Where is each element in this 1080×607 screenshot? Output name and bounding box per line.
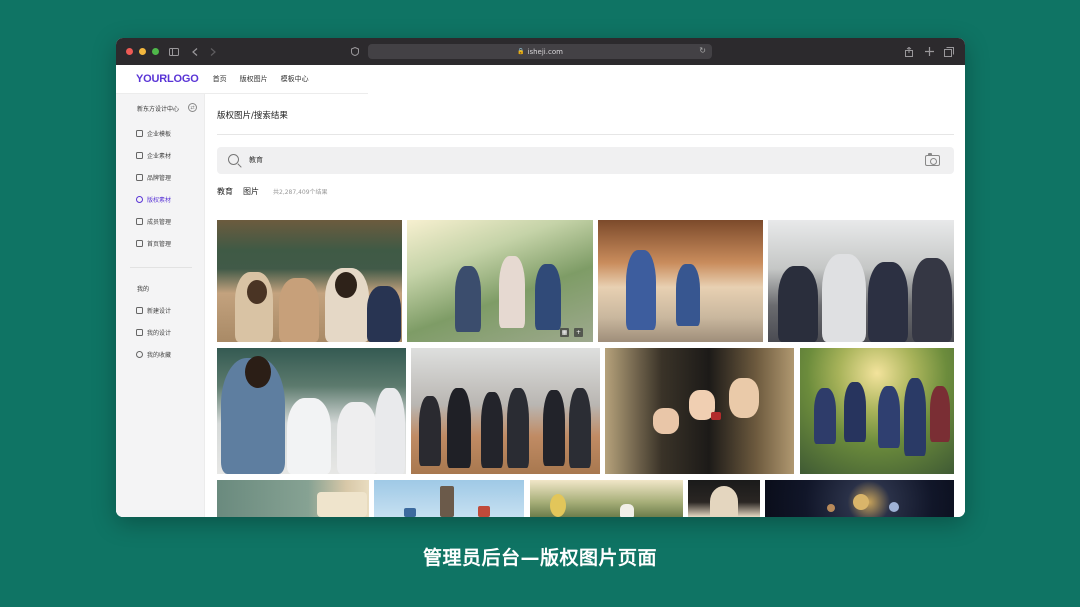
sidebar-item-copyright[interactable]: 版权素材 xyxy=(136,193,171,205)
window-controls xyxy=(126,48,159,55)
photo-pencils-sky[interactable] xyxy=(374,480,524,517)
photo-kids-outdoors[interactable] xyxy=(530,480,683,517)
sidebar-item-new-design[interactable]: 新建设计 xyxy=(136,304,171,316)
template-icon xyxy=(136,129,143,137)
nav-copyright-images[interactable]: 版权图片 xyxy=(240,74,268,84)
sidebar-item-brand[interactable]: 品牌管理 xyxy=(136,171,171,183)
browser-window: 🔒 isheji.com ↻ YOURLOGO 首页 版权图片 模板中心 新东方… xyxy=(116,38,965,517)
tab-overview-icon[interactable] xyxy=(943,38,955,65)
sidebar-item-label: 我的收藏 xyxy=(147,351,172,359)
photo-students-walking[interactable] xyxy=(411,348,600,474)
app-content: YOURLOGO 首页 版权图片 模板中心 新东方设计中心 ⇄ 企业模板 企业素… xyxy=(116,65,965,517)
result-count: 共2,287,409个结果 xyxy=(273,189,328,196)
sidebar-divider xyxy=(130,267,192,268)
sidebar-item-label: 品牌管理 xyxy=(147,174,172,182)
sidebar-item-members[interactable]: 成员管理 xyxy=(136,215,171,227)
brand-icon xyxy=(136,173,143,181)
photo-chalkboard-books[interactable] xyxy=(217,480,369,517)
sidebar-item-label: 企业素材 xyxy=(147,152,172,160)
search-bar[interactable]: 教育 xyxy=(217,147,954,174)
sidebar-item-label: 我的设计 xyxy=(147,329,172,337)
address-bar[interactable]: 🔒 isheji.com ↻ xyxy=(368,44,712,59)
grid-view-icon[interactable]: ▦ xyxy=(560,328,569,337)
address-url: isheji.com xyxy=(527,47,563,56)
sidebar-item-label: 新建设计 xyxy=(147,307,172,315)
switch-org-icon[interactable]: ⇄ xyxy=(188,103,197,112)
page-caption: 管理员后台—版权图片页面 xyxy=(422,547,657,569)
forward-icon[interactable] xyxy=(208,38,218,65)
nav-template-center[interactable]: 模板中心 xyxy=(281,74,309,84)
camera-search-icon[interactable] xyxy=(925,153,940,166)
tag-images[interactable]: 图片 xyxy=(243,186,259,197)
back-icon[interactable] xyxy=(190,38,200,65)
sidebar-org-name: 新东方设计中心 xyxy=(137,106,180,113)
plus-icon xyxy=(136,306,143,314)
breadcrumb: 版权图片/搜索结果 xyxy=(217,111,288,121)
privacy-shield-icon[interactable] xyxy=(350,38,360,65)
close-window-button[interactable] xyxy=(126,48,133,55)
photo-classroom-hands[interactable] xyxy=(217,220,402,342)
sidebar-item-materials[interactable]: 企业素材 xyxy=(136,149,171,161)
nav-home[interactable]: 首页 xyxy=(213,74,227,84)
photo-hallway-kids[interactable] xyxy=(598,220,763,342)
photo-graduation-diplomas[interactable] xyxy=(605,348,794,474)
sidebar-item-label: 版权素材 xyxy=(147,196,172,204)
photo-teacher-with-kids[interactable] xyxy=(217,348,406,474)
brand-logo[interactable]: YOURLOGO xyxy=(136,73,199,85)
minimize-window-button[interactable] xyxy=(139,48,146,55)
home-icon xyxy=(136,239,143,247)
photo-book-spine[interactable] xyxy=(688,480,760,517)
sidebar-item-templates[interactable]: 企业模板 xyxy=(136,127,171,139)
search-tags: 教育 图片 共2,287,409个结果 xyxy=(217,186,328,197)
sidebar-item-homepage[interactable]: 首页管理 xyxy=(136,237,171,249)
members-icon xyxy=(136,217,143,225)
star-icon xyxy=(136,350,143,358)
maximize-window-button[interactable] xyxy=(152,48,159,55)
sidebar-item-label: 首页管理 xyxy=(147,240,172,248)
search-input[interactable]: 教育 xyxy=(249,155,263,165)
tag-education[interactable]: 教育 xyxy=(217,186,233,197)
sidebar-toggle-icon[interactable] xyxy=(168,38,180,65)
sidebar: 新东方设计中心 ⇄ 企业模板 企业素材 品牌管理 版权素材 成员管理 首页管理 … xyxy=(116,94,205,517)
new-tab-icon[interactable] xyxy=(923,38,935,65)
sidebar-item-label: 企业模板 xyxy=(147,130,172,138)
sidebar-section-title: 我的 xyxy=(137,286,150,293)
add-icon[interactable]: + xyxy=(574,328,583,337)
copyright-icon xyxy=(136,195,143,203)
sidebar-item-label: 成员管理 xyxy=(147,218,172,226)
design-icon xyxy=(136,328,143,336)
sidebar-item-my-designs[interactable]: 我的设计 xyxy=(136,326,171,338)
top-navigation: YOURLOGO 首页 版权图片 模板中心 xyxy=(116,65,965,94)
photo-students-raising-hands[interactable] xyxy=(768,220,954,342)
photo-solar-system[interactable] xyxy=(765,480,954,517)
share-icon[interactable] xyxy=(904,38,914,65)
sidebar-item-favorites[interactable]: 我的收藏 xyxy=(136,348,171,360)
title-divider xyxy=(217,134,954,135)
lock-icon: 🔒 xyxy=(517,48,525,55)
browser-titlebar: 🔒 isheji.com ↻ xyxy=(116,38,965,65)
search-icon[interactable] xyxy=(228,154,239,165)
image-icon xyxy=(136,151,143,159)
photo-students-running[interactable]: ▦ + xyxy=(407,220,593,342)
reload-icon[interactable]: ↻ xyxy=(699,46,706,55)
photo-kids-jumping[interactable] xyxy=(800,348,954,474)
